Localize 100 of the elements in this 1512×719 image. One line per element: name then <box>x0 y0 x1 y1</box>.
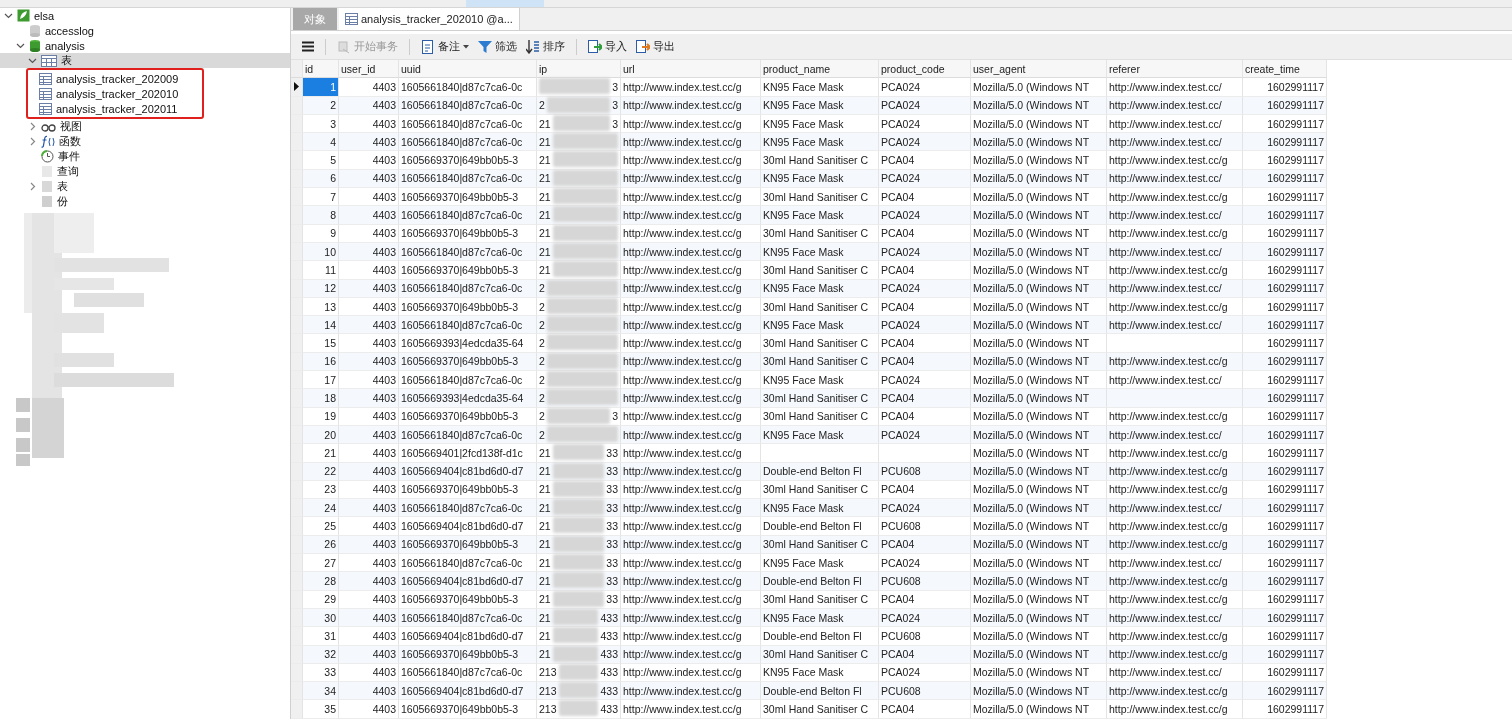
table-cell[interactable]: 30ml Hand Sanitiser C <box>761 700 879 719</box>
table-cell[interactable]: http://www.index.test.cc/g <box>1107 700 1243 719</box>
table-cell[interactable]: http://www.index.test.cc/g <box>621 627 761 646</box>
table-cell[interactable]: 4403 <box>339 682 399 701</box>
table-cell[interactable]: PCA04 <box>879 261 971 280</box>
tree-item[interactable]: 表 <box>0 53 290 68</box>
table-cell[interactable]: http://www.index.test.cc/g <box>621 151 761 170</box>
table-cell[interactable]: http://www.index.test.cc/g <box>1107 517 1243 536</box>
table-cell[interactable]: 1602991117 <box>1243 334 1327 353</box>
table-cell[interactable]: 1602991117 <box>1243 700 1327 719</box>
tree-item[interactable]: analysis_tracker_202009 <box>26 71 202 86</box>
table-cell[interactable]: 4403 <box>339 627 399 646</box>
toolbar-button[interactable]: 排序 <box>523 37 568 56</box>
table-cell[interactable]: http://www.index.test.cc/g <box>621 517 761 536</box>
table-cell[interactable]: 18 <box>303 389 339 408</box>
column-header[interactable]: create_time <box>1243 60 1327 79</box>
table-cell[interactable]: 1602991117 <box>1243 224 1327 243</box>
table-cell[interactable]: 1602991117 <box>1243 590 1327 609</box>
table-cell[interactable]: PCA04 <box>879 700 971 719</box>
table-cell[interactable]: Mozilla/5.0 (Windows NT <box>971 682 1107 701</box>
table-cell[interactable]: KN95 Face Mask <box>761 499 879 518</box>
table-cell[interactable]: 4403 <box>339 700 399 719</box>
table-cell[interactable]: PCA04 <box>879 389 971 408</box>
table-cell[interactable]: PCA024 <box>879 78 971 97</box>
table-cell[interactable]: 1605669393|4edcda35-64 <box>399 389 537 408</box>
table-cell[interactable]: PCA024 <box>879 206 971 225</box>
table-cell[interactable]: 1602991117 <box>1243 572 1327 591</box>
table-cell[interactable]: 1602991117 <box>1243 499 1327 518</box>
toolbar-button[interactable]: 导出 <box>633 37 678 56</box>
table-cell[interactable]: 1605669370|649bb0b5-3 <box>399 261 537 280</box>
table-cell[interactable]: http://www.index.test.cc/g <box>621 682 761 701</box>
table-cell[interactable]: 5 <box>303 151 339 170</box>
table-cell[interactable]: Mozilla/5.0 (Windows NT <box>971 572 1107 591</box>
table-cell[interactable]: 4403 <box>339 78 399 97</box>
table-cell[interactable]: 31 <box>303 627 339 646</box>
table-cell[interactable]: http://www.index.test.cc/g <box>621 334 761 353</box>
row-header[interactable] <box>291 78 303 97</box>
table-cell[interactable]: 4403 <box>339 590 399 609</box>
table-cell[interactable]: Mozilla/5.0 (Windows NT <box>971 444 1107 463</box>
table-cell[interactable]: Mozilla/5.0 (Windows NT <box>971 627 1107 646</box>
table-cell[interactable]: 1605669370|649bb0b5-3 <box>399 407 537 426</box>
table-cell[interactable]: Mozilla/5.0 (Windows NT <box>971 499 1107 518</box>
toolbar-button[interactable]: 导入 <box>585 37 630 56</box>
table-cell[interactable]: http://www.index.test.cc/g <box>621 700 761 719</box>
table-cell[interactable]: http://www.index.test.cc/g <box>1107 261 1243 280</box>
table-cell[interactable]: Mozilla/5.0 (Windows NT <box>971 206 1107 225</box>
table-cell[interactable]: PCA024 <box>879 499 971 518</box>
empty-cell[interactable] <box>879 444 971 463</box>
table-cell[interactable]: http://www.index.test.cc/ <box>1107 133 1243 152</box>
table-cell[interactable]: Mozilla/5.0 (Windows NT <box>971 590 1107 609</box>
tree-item[interactable]: analysis_tracker_202010 <box>26 86 202 101</box>
table-cell[interactable]: PCA04 <box>879 224 971 243</box>
table-cell[interactable]: 25 <box>303 517 339 536</box>
table-cell[interactable]: http://www.index.test.cc/g <box>1107 627 1243 646</box>
table-cell[interactable]: Mozilla/5.0 (Windows NT <box>971 407 1107 426</box>
tree-item[interactable]: 份 <box>0 194 290 209</box>
table-cell[interactable]: Mozilla/5.0 (Windows NT <box>971 517 1107 536</box>
table-cell[interactable]: 1602991117 <box>1243 133 1327 152</box>
toolbar-button[interactable]: 筛选 <box>475 37 520 56</box>
table-cell[interactable]: KN95 Face Mask <box>761 316 879 335</box>
column-header[interactable]: product_name <box>761 60 879 79</box>
toolbar-button[interactable]: 备注 <box>418 37 472 56</box>
table-cell[interactable]: 30ml Hand Sanitiser C <box>761 261 879 280</box>
table-cell[interactable]: Mozilla/5.0 (Windows NT <box>971 133 1107 152</box>
tree-item[interactable]: analysis_tracker_202011 <box>26 101 202 116</box>
table-cell[interactable]: http://www.index.test.cc/g <box>621 572 761 591</box>
tree-item[interactable]: 查询 <box>0 164 290 179</box>
tree-item[interactable]: analysis <box>0 38 290 53</box>
table-cell[interactable]: 1602991117 <box>1243 627 1327 646</box>
table-cell[interactable]: 4403 <box>339 517 399 536</box>
table-cell[interactable]: 1605669370|649bb0b5-3 <box>399 151 537 170</box>
table-cell[interactable]: Mozilla/5.0 (Windows NT <box>971 334 1107 353</box>
table-cell[interactable]: Mozilla/5.0 (Windows NT <box>971 78 1107 97</box>
table-cell[interactable]: 8 <box>303 206 339 225</box>
tree-item[interactable]: elsa <box>0 8 290 23</box>
table-cell[interactable]: 1605661840|d87c7ca6-0c <box>399 206 537 225</box>
table-cell[interactable]: http://www.index.test.cc/g <box>621 206 761 225</box>
column-header[interactable]: ip <box>537 60 621 79</box>
table-cell[interactable]: http://www.index.test.cc/ <box>1107 316 1243 335</box>
table-cell[interactable]: 14 <box>303 316 339 335</box>
table-cell[interactable]: PCA04 <box>879 151 971 170</box>
column-header[interactable]: product_code <box>879 60 971 79</box>
table-cell[interactable]: 1605669401|2fcd138f-d1c <box>399 444 537 463</box>
table-cell[interactable]: 1602991117 <box>1243 444 1327 463</box>
table-cell[interactable]: 34 <box>303 682 339 701</box>
table-cell[interactable]: Double-end Belton Fl <box>761 517 879 536</box>
column-header[interactable]: referer <box>1107 60 1243 79</box>
table-cell[interactable]: PCU608 <box>879 627 971 646</box>
table-cell[interactable]: 11 <box>303 261 339 280</box>
table-cell[interactable]: 1605669404|c81bd6d0-d7 <box>399 682 537 701</box>
table-cell[interactable]: PCA04 <box>879 590 971 609</box>
table-cell[interactable]: 1602991117 <box>1243 682 1327 701</box>
table-cell[interactable]: 19 <box>303 407 339 426</box>
table-cell[interactable]: Double-end Belton Fl <box>761 682 879 701</box>
table-cell[interactable]: 1605669370|649bb0b5-3 <box>399 700 537 719</box>
table-cell[interactable]: 24 <box>303 499 339 518</box>
table-cell[interactable]: 1602991117 <box>1243 78 1327 97</box>
table-cell[interactable]: http://www.index.test.cc/g <box>621 224 761 243</box>
tree-item[interactable]: 表 <box>0 179 290 194</box>
table-cell[interactable]: 30ml Hand Sanitiser C <box>761 590 879 609</box>
